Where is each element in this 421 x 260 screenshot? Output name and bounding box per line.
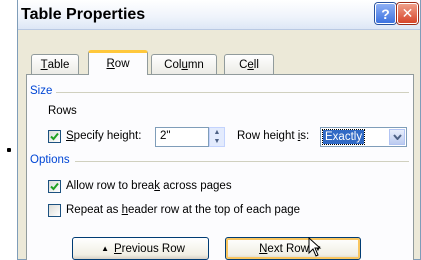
tab-label-accesskey: R <box>106 58 115 70</box>
allow-row-break-label[interactable]: Allow row to break across pages <box>66 180 232 192</box>
rows-label: Rows <box>48 105 77 117</box>
options-section-divider <box>75 161 409 162</box>
chevron-down-icon[interactable] <box>389 129 405 145</box>
tab-label: C <box>239 58 248 71</box>
tab-label: ow <box>114 58 130 70</box>
repeat-header-row-label[interactable]: Repeat as header row at the top of each … <box>66 204 300 216</box>
close-icon: ✕ <box>401 5 414 21</box>
close-button[interactable]: ✕ <box>397 3 418 24</box>
table-properties-dialog: Table Properties ? ✕ Table Row Col u mn Ce… <box>17 0 421 260</box>
title-bar[interactable]: Table Properties ? ✕ <box>18 0 420 30</box>
checkmark-icon <box>50 182 59 191</box>
row-height-spinner[interactable]: ▲ ▼ <box>209 127 225 147</box>
tab-table[interactable]: Table <box>31 54 79 74</box>
row-tab-panel: Size Rows Specify height: 2" ▲ ▼ Row hei… <box>26 74 414 260</box>
row-height-input[interactable]: 2" <box>155 127 209 147</box>
spin-down-icon[interactable]: ▼ <box>210 137 224 146</box>
previous-row-button[interactable]: ▲ Previous Row <box>72 237 209 260</box>
repeat-header-row-checkbox[interactable] <box>48 204 61 217</box>
row-height-type-value: Exactly <box>321 129 366 145</box>
tab-label: mn <box>187 58 204 71</box>
checkmark-icon <box>50 132 59 141</box>
side-marker-dot <box>7 148 11 152</box>
next-row-button[interactable]: Next Row▼ <box>225 237 361 260</box>
specify-height-label[interactable]: Specify height: <box>66 130 141 142</box>
row-height-type-select[interactable]: Exactly <box>320 127 407 147</box>
tab-label: Col <box>164 58 182 71</box>
tab-cell[interactable]: Ce ll <box>224 54 274 74</box>
mouse-pointer-icon <box>308 237 322 257</box>
previous-row-label: Previous Row <box>113 242 185 255</box>
help-icon: ? <box>381 5 390 22</box>
allow-row-break-checkbox[interactable] <box>48 180 61 193</box>
help-button[interactable]: ? <box>375 3 396 24</box>
next-row-label: Next Row <box>259 242 309 255</box>
specify-height-checkbox[interactable] <box>48 130 61 143</box>
options-section-label: Options <box>30 154 74 166</box>
dialog-title: Table Properties <box>21 6 146 23</box>
size-section-label: Size <box>30 85 57 97</box>
tab-row[interactable]: Row <box>88 50 148 75</box>
spin-up-icon[interactable]: ▲ <box>210 128 224 137</box>
tab-label-accesskey: T <box>40 58 48 71</box>
tab-label: ll <box>253 58 259 71</box>
size-section-divider <box>55 92 409 93</box>
tab-column[interactable]: Col u mn <box>151 54 217 74</box>
tab-label: able <box>47 58 70 71</box>
row-height-is-label: Row height is: <box>237 130 310 142</box>
arrow-up-icon: ▲ <box>101 244 109 253</box>
